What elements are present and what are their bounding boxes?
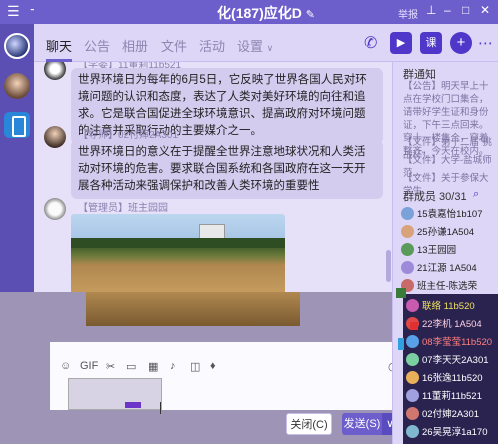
avatar [406,389,419,402]
scissors-icon[interactable]: ✂ [106,360,115,373]
member-name: 02付婶2A301 [422,409,480,420]
pin-icon[interactable]: ⊥ [426,3,436,17]
member-name: 联络 11b520 [422,301,475,312]
member-search-icon[interactable]: ⌕ [473,188,479,201]
thumbnail-accent [125,402,141,408]
app-window: ☰ + 化(187)应化D ✎ 举报 ⊥ – □ ✕ 聊天 公告 相册 文件 活… [0,0,498,444]
screenshot-icon[interactable]: ◫ [190,360,200,373]
gif-icon[interactable]: GIF [80,360,98,372]
member-item[interactable]: 25孙谦1A504 [401,224,497,241]
tab-settings-label: 设置 [237,39,264,54]
text-cursor [160,402,161,414]
edit-icon[interactable]: ✎ [306,9,315,21]
avatar [401,261,414,274]
member-item[interactable]: 21江源 1A504 [401,260,497,277]
rail-conversation-avatar-1[interactable] [4,33,30,59]
photo-treeline [71,238,285,248]
tab-chat[interactable]: 聊天 [46,36,72,55]
member-item[interactable]: 班主任-陈选荣 [401,278,497,295]
phone-icon[interactable]: ✆ [364,33,377,53]
chat-message-list[interactable]: 【学委】11董莉11b521 世界环境日为每年的6月5日，它反映了世界各国人民对… [34,62,392,292]
tab-album[interactable]: 相册 [122,36,148,55]
close-window-icon[interactable]: ✕ [480,3,490,17]
member-name: 26吴晃淳1a170 [422,427,488,438]
video-call-icon[interactable]: ▶ [390,32,412,54]
menu-icon[interactable]: ☰ [7,3,20,20]
send-button[interactable]: 发送(S) [342,413,382,435]
message-sender: 【管理员】班主园园 [78,203,168,214]
members-title: 群成员 30/31 [403,191,467,203]
avatar [406,371,419,384]
member-name: 25孙谦1A504 [417,227,475,238]
avatar [406,425,419,438]
folder-icon[interactable]: ▭ [126,360,136,373]
close-button[interactable]: 关闭(C) [286,413,332,435]
tab-activity[interactable]: 活动 [199,36,225,55]
avatar[interactable] [44,198,66,220]
member-name: 11董莉11b521 [422,391,482,402]
tab-announcement[interactable]: 公告 [84,36,110,55]
add-member-icon[interactable]: + [450,32,472,54]
member-name: 07李天天2A301 [422,355,489,366]
avatar[interactable] [44,62,66,80]
member-item[interactable]: 联络 11b520 [406,298,498,315]
title-bar: 化(187)应化D ✎ 举报 ⊥ – □ ✕ [34,0,498,24]
avatar [401,225,414,238]
member-name: 班主任-陈选荣 [417,281,478,292]
tab-bar: 聊天 公告 相册 文件 活动 设置 ∨ ✆ ▶ 课 + ⋯ [34,24,498,62]
mic-icon[interactable]: ♦ [210,360,216,372]
chevron-down-icon: ∨ [266,43,274,53]
chat-scrollbar[interactable] [386,250,391,282]
member-name: 16张逸11b520 [422,373,483,384]
minimize-icon[interactable]: – [444,3,451,17]
member-item[interactable]: 11董莉11b521 [406,388,498,405]
member-item[interactable]: 22李机 1A504 [406,316,498,333]
member-item[interactable]: 16张逸11b520 [406,370,498,387]
image-icon[interactable]: ▦ [148,360,158,373]
avatar [406,335,419,348]
member-name: 13王园园 [417,245,457,256]
member-item[interactable]: 26吴晃淳1a170 [406,424,498,441]
class-button[interactable]: 课 [420,32,442,54]
message-bubble[interactable]: 世界环境日的意义在于提醒全世界注意地球状况和人类活动对环境的危害。要求联合国系统… [71,140,383,199]
rail-conversation-avatar-2[interactable] [4,73,30,99]
more-icon[interactable]: ⋯ [478,34,493,52]
member-name: 08李莹莹11b520 [422,337,493,348]
pasted-screenshot-thumbnail[interactable] [68,378,162,410]
member-item[interactable]: 15袁嘉怡1b107 [401,206,497,223]
avatar [401,207,414,220]
glitch-patch [398,338,404,350]
member-name: 15袁嘉怡1b107 [417,209,483,220]
report-link[interactable]: 举报 [398,6,418,21]
emoji-icon[interactable]: ☺ [60,360,71,372]
tab-files[interactable]: 文件 [161,36,187,55]
member-item[interactable]: 08李莹莹11b520 [406,334,498,351]
compose-toolbar: ☺ GIF ✂ ▭ ▦ ♪ ◫ ♦ ◷ [50,356,402,380]
message-sender: 【导师】02付婶2A301 [78,130,179,141]
member-item[interactable]: 07李天天2A301 [406,352,498,369]
shared-photo[interactable] [71,214,285,292]
photo-continuation [86,292,300,326]
avatar [406,407,419,420]
tab-settings[interactable]: 设置 ∨ [237,36,273,55]
voice-icon[interactable]: ♪ [170,360,176,372]
member-name: 22李机 1A504 [422,319,482,330]
glitch-patch [410,322,418,330]
window-title-text: 化(187)应化D [217,5,302,21]
avatar [401,243,414,256]
member-name: 21江源 1A504 [417,263,477,274]
glitch-patch [396,288,406,298]
avatar[interactable] [44,126,66,148]
maximize-icon[interactable]: □ [462,3,469,17]
member-item[interactable]: 02付婶2A301 [406,406,498,423]
avatar [406,353,419,366]
rail-device-icon[interactable] [4,112,30,138]
member-item[interactable]: 13王园园 [401,242,497,259]
avatar [406,299,419,312]
